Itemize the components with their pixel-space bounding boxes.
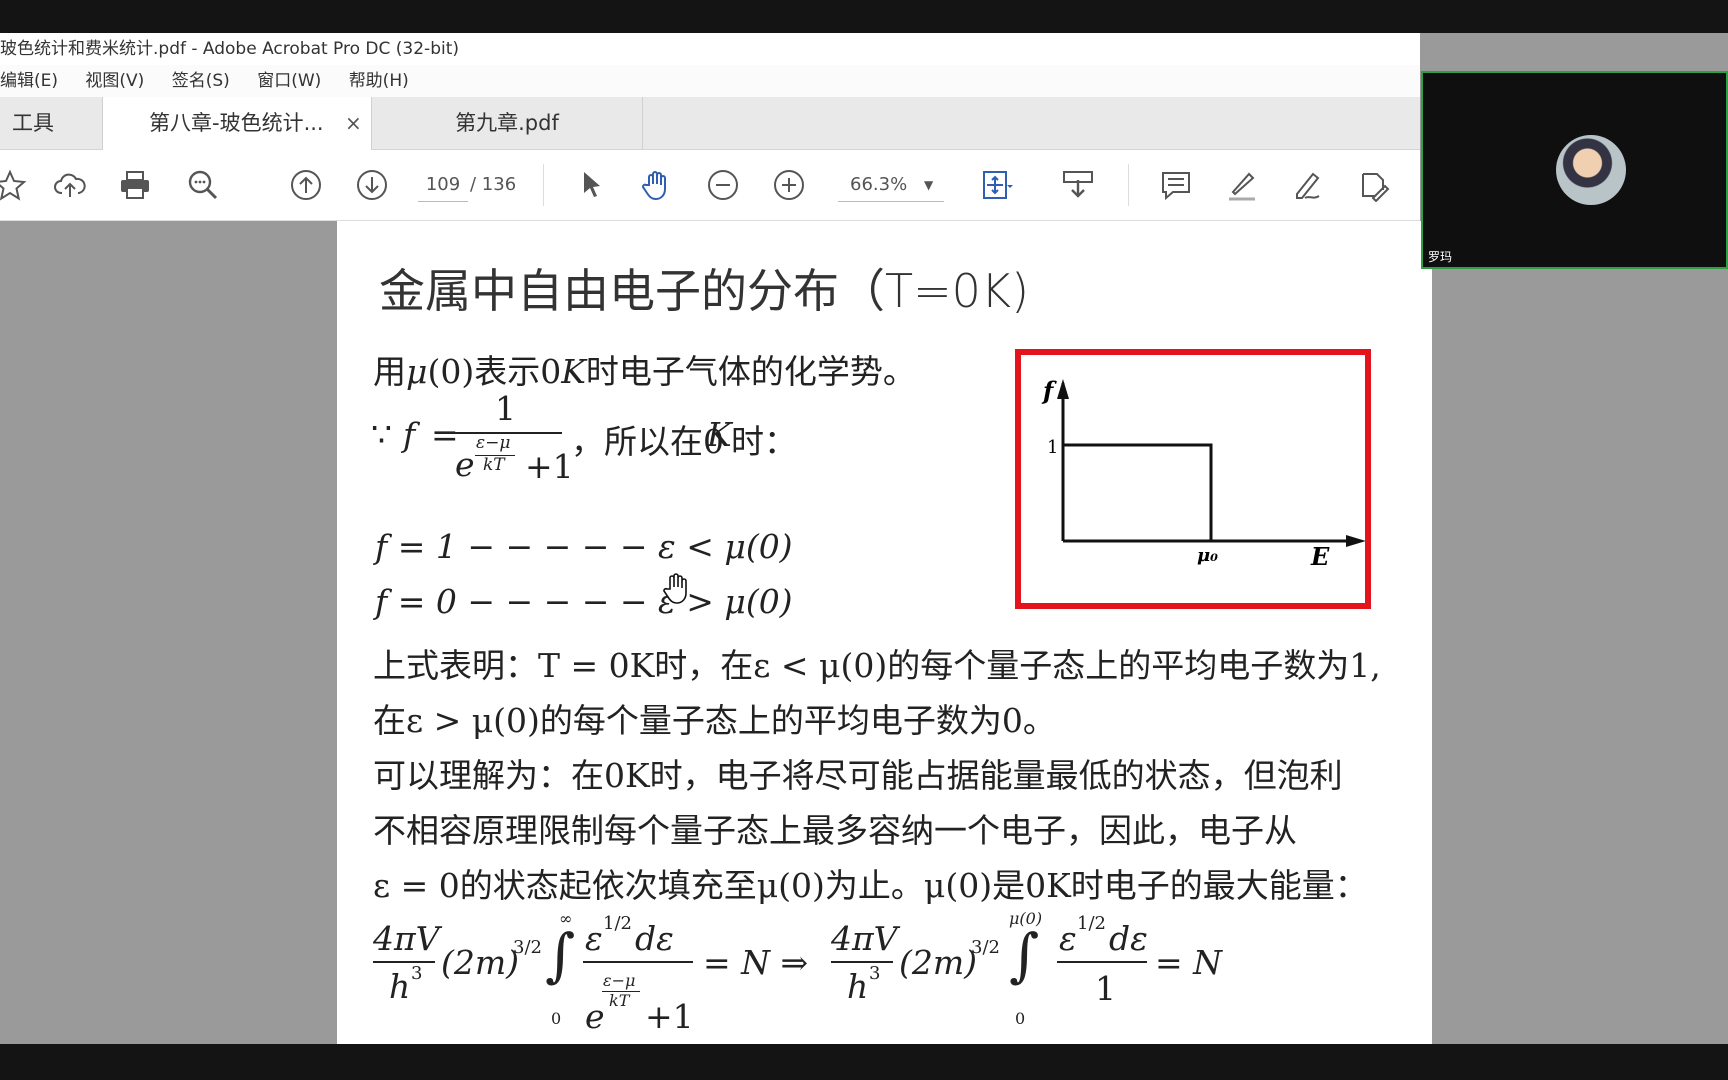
menu-edit[interactable]: 编辑(E) <box>0 65 58 97</box>
highlight-icon[interactable] <box>1224 167 1260 203</box>
toolbar-divider <box>1128 164 1129 206</box>
print-icon[interactable] <box>117 167 153 203</box>
zoom-value: 66.3% <box>850 174 908 195</box>
menu-window[interactable]: 窗口(W) <box>257 65 321 97</box>
y-axis-arrow <box>1057 379 1069 399</box>
x-axis-arrow <box>1346 535 1366 547</box>
tab-bar: 工具 第八章-玻色统计... × 第九章.pdf <box>0 97 1420 150</box>
tab-chapter9[interactable]: 第九章.pdf <box>372 97 643 149</box>
text-line-f1: f = 1 − − − − − ε < μ(0) <box>375 527 793 566</box>
select-cursor-icon[interactable] <box>573 167 609 203</box>
menu-help[interactable]: 帮助(H) <box>349 65 409 97</box>
step-function <box>1063 443 1213 541</box>
menu-bar: 编辑(E) 视图(V) 签名(S) 窗口(W) 帮助(H) <box>0 65 1420 97</box>
fermi-formula: ∵ f = 1 e ε−μ kT +1 ，所以在0 K 时： <box>371 389 797 486</box>
avatar <box>1556 135 1626 205</box>
screen-area: 玻色统计和费米统计.pdf - Adobe Acrobat Pro DC (32… <box>0 33 1728 1044</box>
y-tick-label: 1 <box>1047 437 1058 458</box>
webcam-overlay: 罗玛 <box>1421 71 1728 269</box>
tab-chapter8-label: 第八章-玻色统计... <box>149 111 324 135</box>
draw-icon[interactable] <box>1290 167 1326 203</box>
x-tick-label: μ₀ <box>1197 545 1218 566</box>
pdf-page: 金属中自由电子的分布（T=0K) 用μ(0)表示0K时电子气体的化学势。 ∵ f… <box>337 221 1432 1044</box>
participant-name: 罗玛 <box>1428 250 1453 264</box>
menu-sign[interactable]: 签名(S) <box>172 65 230 97</box>
zoom-select[interactable]: 66.3% ▼ <box>838 169 944 202</box>
previous-page-icon[interactable] <box>288 167 324 203</box>
scroll-mode-icon[interactable] <box>1060 167 1096 203</box>
fermi-distribution-graph: f 1 μ₀ E <box>1015 349 1371 609</box>
text-line-10: ε = 0的状态起依次填充至μ(0)为止。μ(0)是0K时电子的最大能量： <box>373 866 1368 905</box>
slide-title: 金属中自由电子的分布（T=0K) <box>379 264 1030 318</box>
y-axis-label: f <box>1041 376 1057 405</box>
comment-icon[interactable] <box>1158 167 1194 203</box>
search-icon[interactable] <box>185 167 221 203</box>
text-line-f0: f = 0 − − − − − ε > μ(0) <box>375 582 793 621</box>
chevron-down-icon: ▼ <box>924 178 934 192</box>
graph-canvas: f 1 μ₀ E <box>1041 376 1366 571</box>
next-page-icon[interactable] <box>354 167 390 203</box>
tab-chapter8[interactable]: 第八章-玻色统计... × <box>102 97 372 150</box>
page-number-input[interactable]: 109 <box>418 169 468 202</box>
text-line-8: 可以理解为：在0K时，电子将尽可能占据能量最低的状态，但泡利 <box>373 756 1343 795</box>
menu-view[interactable]: 视图(V) <box>85 65 144 97</box>
page-fit-icon[interactable] <box>978 167 1014 203</box>
text-line-9: 不相容原理限制每个量子态上最多容纳一个电子，因此，电子从 <box>373 811 1297 850</box>
window-title-bar: 玻色统计和费米统计.pdf - Adobe Acrobat Pro DC (32… <box>0 33 1420 65</box>
tab-tools[interactable]: 工具 <box>12 97 54 149</box>
stamp-edit-icon[interactable] <box>1356 167 1392 203</box>
window-title: 玻色统计和费米统计.pdf - Adobe Acrobat Pro DC (32… <box>0 39 460 59</box>
integral-formula: 4πV h3 (2m) 3/2 ∫ ∞ 0 ε 1/2 dε e ε−μ kT +1 … <box>373 909 1223 1036</box>
zoom-in-icon[interactable] <box>771 167 807 203</box>
cloud-upload-icon[interactable] <box>52 167 88 203</box>
integral-sign-2: ∫ <box>1009 921 1040 989</box>
zoom-out-icon[interactable] <box>705 167 741 203</box>
x-axis-label: E <box>1310 542 1330 571</box>
toolbar: 109 / 136 66.3% ▼ <box>0 150 1420 221</box>
text-line-6: 上式表明：T = 0K时，在ε < μ(0)的每个量子态上的平均电子数为1, <box>373 646 1381 685</box>
star-icon[interactable] <box>0 167 28 203</box>
hand-cursor-icon <box>662 573 692 609</box>
text-line-1: 用μ(0)表示0K时电子气体的化学势。 <box>373 352 916 391</box>
page-total: / 136 <box>470 174 517 195</box>
integral-sign: ∫ <box>545 921 576 989</box>
hand-tool-icon[interactable] <box>639 167 675 203</box>
text-line-7: 在ε > μ(0)的每个量子态上的平均电子数为0。 <box>373 701 1056 740</box>
tab-close-icon[interactable]: × <box>345 97 362 149</box>
toolbar-divider <box>543 164 544 206</box>
